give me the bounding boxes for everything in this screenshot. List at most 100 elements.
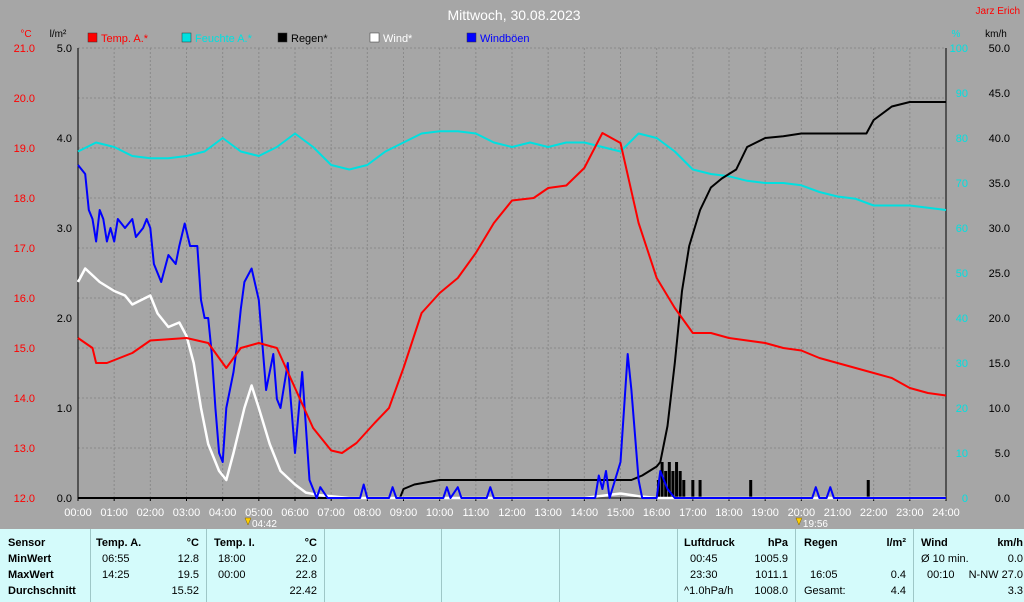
legend-label: Feuchte A.* <box>195 33 253 45</box>
x-tick-label: 04:00 <box>209 507 237 519</box>
stats-empty-col-2 <box>441 529 560 602</box>
sunset-icon <box>795 517 803 526</box>
humidity-tick-label: 100 <box>950 43 968 55</box>
temp-tick-label: 14.0 <box>14 393 35 405</box>
stats-empty-col-3 <box>559 529 678 602</box>
wind-avg-label: Ø 10 min. <box>921 553 969 565</box>
temp-tick-label: 16.0 <box>14 293 35 305</box>
legend-swatch <box>181 32 192 43</box>
temp-i-header: Temp. I. <box>214 537 255 549</box>
wind-tick-label: 0.0 <box>995 493 1010 505</box>
rain-tick-label: 4.0 <box>57 133 72 145</box>
temp-tick-label: 19.0 <box>14 143 35 155</box>
legend-label: Wind* <box>383 33 413 45</box>
x-tick-label: 00:00 <box>64 507 92 519</box>
rain-bar <box>866 480 870 498</box>
chart-title: Mittwoch, 30.08.2023 <box>447 7 580 23</box>
stats-rain-col: Regen l/m² 16:05 0.4 Gesamt: 4.4 <box>795 529 914 602</box>
rain-bar <box>691 480 695 498</box>
temp-i-avg: 22.42 <box>289 585 317 597</box>
wind-tick-label: 15.0 <box>989 358 1010 370</box>
rain-tick-label: 0.0 <box>57 493 72 505</box>
wind-axis-unit: km/h <box>985 29 1007 40</box>
pressure-trend-val: 1008.0 <box>754 585 788 597</box>
wind-tick-label: 5.0 <box>995 448 1010 460</box>
wind-tick-label: 25.0 <box>989 268 1010 280</box>
sunset-time: 19:56 <box>803 519 828 529</box>
x-tick-label: 22:00 <box>860 507 888 519</box>
legend: Temp. A.* Feuchte A.* Regen* Wind* Windböen <box>87 32 530 45</box>
x-tick-label: 24:00 <box>932 507 960 519</box>
humidity-axis-unit: % <box>952 29 961 40</box>
x-tick-label: 19:00 <box>751 507 779 519</box>
temp-tick-label: 20.0 <box>14 93 35 105</box>
stats-temp-a-col: Temp. A. °C 06:55 12.8 14:25 19.5 15.52 <box>90 529 207 602</box>
temp-i-min-time: 18:00 <box>218 553 246 565</box>
x-tick-label: 20:00 <box>788 507 816 519</box>
rain-tick-label: 1.0 <box>57 403 72 415</box>
stats-pressure-col: Luftdruck hPa 00:45 1005.9 23:30 1011.1 … <box>677 529 796 602</box>
temp-a-unit: °C <box>186 537 199 549</box>
temp-tick-label: 15.0 <box>14 343 35 355</box>
wind-max-time: 00:10 <box>927 569 955 581</box>
rain-header: Regen <box>804 537 838 549</box>
legend-swatch <box>466 32 477 43</box>
legend-label: Regen* <box>291 33 328 45</box>
wind-tick-label: 30.0 <box>989 223 1010 235</box>
humidity-tick-label: 50 <box>956 268 968 280</box>
humidity-tick-label: 10 <box>956 448 968 460</box>
temp-a-min-time: 06:55 <box>102 553 130 565</box>
x-tick-label: 07:00 <box>317 507 345 519</box>
weather-chart: Mittwoch, 30.08.2023 Jarz Erich °C l/m² … <box>14 6 1020 529</box>
temp-tick-label: 17.0 <box>14 243 35 255</box>
temp-i-max-val: 22.8 <box>295 569 317 581</box>
humidity-tick-label: 30 <box>956 358 968 370</box>
temp-i-unit: °C <box>304 537 317 549</box>
temp-a-header: Temp. A. <box>96 537 142 549</box>
wind-tick-label: 10.0 <box>989 403 1010 415</box>
rain-total-val: 4.4 <box>890 585 906 597</box>
pressure-header: Luftdruck <box>684 537 735 549</box>
x-tick-label: 17:00 <box>679 507 707 519</box>
sun-markers: 04:42 19:56 <box>244 517 828 529</box>
x-tick-label: 03:00 <box>173 507 201 519</box>
pressure-unit: hPa <box>767 537 788 549</box>
rain-max-val: 0.4 <box>890 569 906 581</box>
wind-unit: km/h <box>997 537 1023 549</box>
wind-tick-label: 40.0 <box>989 133 1010 145</box>
temp-a-min-val: 12.8 <box>177 553 199 565</box>
x-tick-label: 14:00 <box>571 507 599 519</box>
stats-sensor-col: Sensor MinWert MaxWert Durchschnitt <box>0 529 90 602</box>
humidity-tick-label: 80 <box>956 133 968 145</box>
x-tick-label: 02:00 <box>137 507 165 519</box>
wind-max-val: N-NW 27.0 <box>968 569 1023 581</box>
stats-row-min: MinWert <box>8 553 52 565</box>
x-tick-label: 08:00 <box>354 507 382 519</box>
rain-bar <box>682 480 686 498</box>
wind-tick-label: 35.0 <box>989 178 1010 190</box>
rain-axis-unit: l/m² <box>50 29 67 40</box>
rain-max-time: 16:05 <box>810 569 838 581</box>
pressure-min-time: 00:45 <box>690 553 718 565</box>
x-tick-label: 10:00 <box>426 507 454 519</box>
temp-tick-label: 12.0 <box>14 493 35 505</box>
legend-label: Windböen <box>480 33 530 45</box>
pressure-min-val: 1005.9 <box>754 553 788 565</box>
x-tick-label: 11:00 <box>462 507 489 519</box>
wind-avg-val: 0.0 <box>1007 553 1023 565</box>
humidity-tick-label: 40 <box>956 313 968 325</box>
stats-row-max: MaxWert <box>8 569 54 581</box>
humidity-tick-label: 0 <box>962 493 968 505</box>
rain-bar <box>749 480 753 498</box>
rain-tick-label: 5.0 <box>57 43 72 55</box>
stats-empty-col-1 <box>324 529 442 602</box>
x-tick-label: 09:00 <box>390 507 418 519</box>
x-tick-label: 16:00 <box>643 507 671 519</box>
temp-a-max-time: 14:25 <box>102 569 130 581</box>
wind-tick-label: 50.0 <box>989 43 1010 55</box>
rain-bar <box>675 462 679 498</box>
temp-tick-label: 21.0 <box>14 43 35 55</box>
temp-i-min-val: 22.0 <box>295 553 317 565</box>
statistics-panel: Sensor MinWert MaxWert Durchschnitt Temp… <box>0 529 1024 602</box>
stats-row-avg: Durchschnitt <box>8 585 76 597</box>
